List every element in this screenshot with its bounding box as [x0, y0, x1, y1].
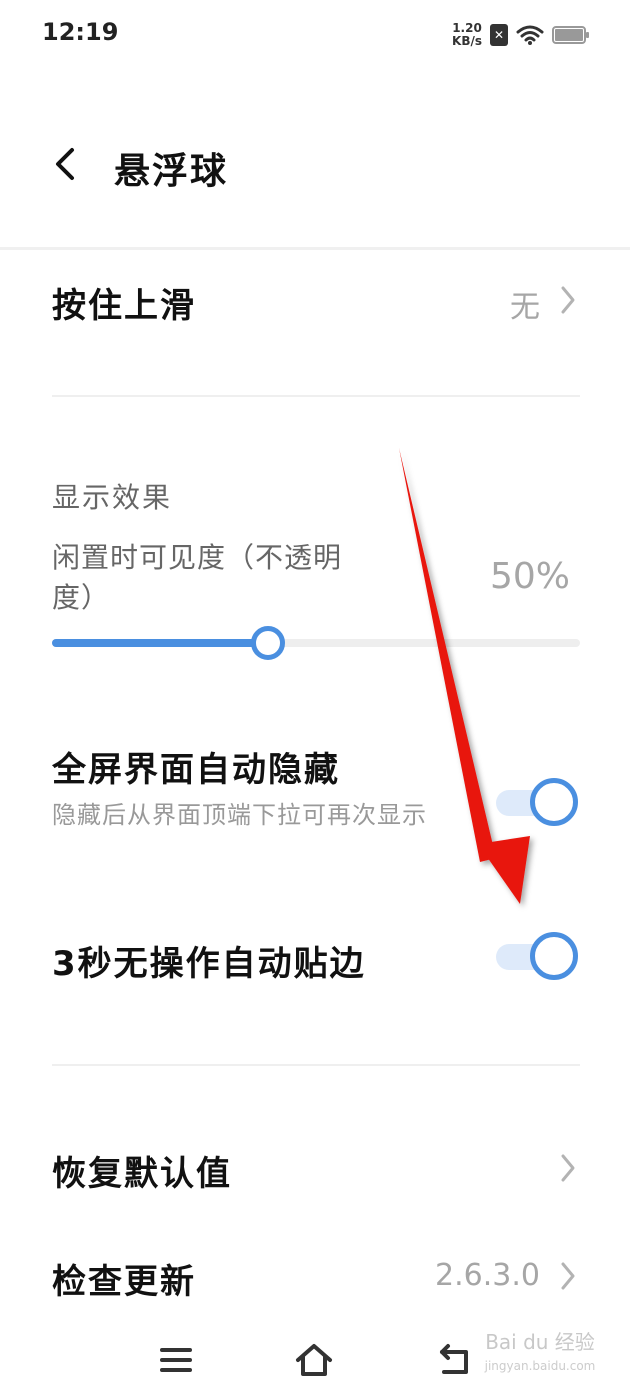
- opacity-value: 50%: [489, 556, 570, 597]
- fullscreen-hide-toggle[interactable]: [496, 778, 578, 826]
- fullscreen-hide-label: 全屏界面自动隐藏: [52, 750, 340, 790]
- divider: [52, 395, 580, 397]
- slider-fill: [52, 639, 268, 647]
- chevron-right-icon: [561, 1154, 575, 1182]
- auto-edge-label: 3秒无操作自动贴边: [52, 944, 366, 984]
- opacity-slider[interactable]: [52, 626, 580, 660]
- battery-icon: [552, 26, 589, 44]
- chevron-right-icon: [561, 286, 575, 314]
- chevron-right-icon: [561, 1262, 575, 1290]
- display-section-title: 显示效果: [52, 481, 173, 514]
- status-icons: 1.20 KB/s ✕: [452, 20, 590, 50]
- watermark-text: Bai du 经验: [485, 1330, 595, 1354]
- network-speed-unit: KB/s: [452, 34, 482, 48]
- page-title: 悬浮球: [114, 151, 229, 192]
- sim-x-icon: ✕: [490, 24, 508, 46]
- fullscreen-hide-desc: 隐藏后从界面顶端下拉可再次显示: [52, 801, 427, 829]
- network-speed: 1.20 KB/s: [452, 22, 482, 48]
- watermark: Bai du 经验 jingyan.baidu.com: [480, 1330, 600, 1390]
- chevron-left-icon[interactable]: [48, 144, 84, 184]
- header: 悬浮球: [0, 120, 630, 210]
- swipe-up-row[interactable]: 按住上滑 无: [0, 260, 630, 340]
- arrow-head: [478, 836, 530, 904]
- status-time: 12:19: [42, 18, 119, 46]
- opacity-label: 闲置时可见度（不透明度）: [52, 541, 343, 614]
- watermark-sub: jingyan.baidu.com: [484, 1359, 596, 1373]
- check-update-label: 检查更新: [52, 1262, 196, 1302]
- check-update-row[interactable]: 检查更新 2.6.3.0: [0, 1236, 630, 1316]
- version-value: 2.6.3.0: [435, 1258, 540, 1293]
- swipe-up-label: 按住上滑: [52, 286, 196, 326]
- header-divider: [0, 247, 630, 250]
- home-icon[interactable]: [294, 1340, 334, 1380]
- auto-edge-toggle[interactable]: [496, 932, 578, 980]
- divider: [52, 1064, 580, 1066]
- reset-defaults-row[interactable]: 恢复默认值: [0, 1128, 630, 1208]
- back-icon[interactable]: [436, 1340, 476, 1380]
- swipe-up-value: 无: [510, 290, 540, 325]
- toggle-thumb: [530, 932, 578, 980]
- menu-icon[interactable]: [156, 1340, 196, 1380]
- slider-thumb[interactable]: [251, 626, 285, 660]
- reset-defaults-label: 恢复默认值: [52, 1154, 232, 1194]
- wifi-icon: [516, 25, 544, 45]
- toggle-thumb: [530, 778, 578, 826]
- status-bar: 12:19 1.20 KB/s ✕: [0, 0, 630, 70]
